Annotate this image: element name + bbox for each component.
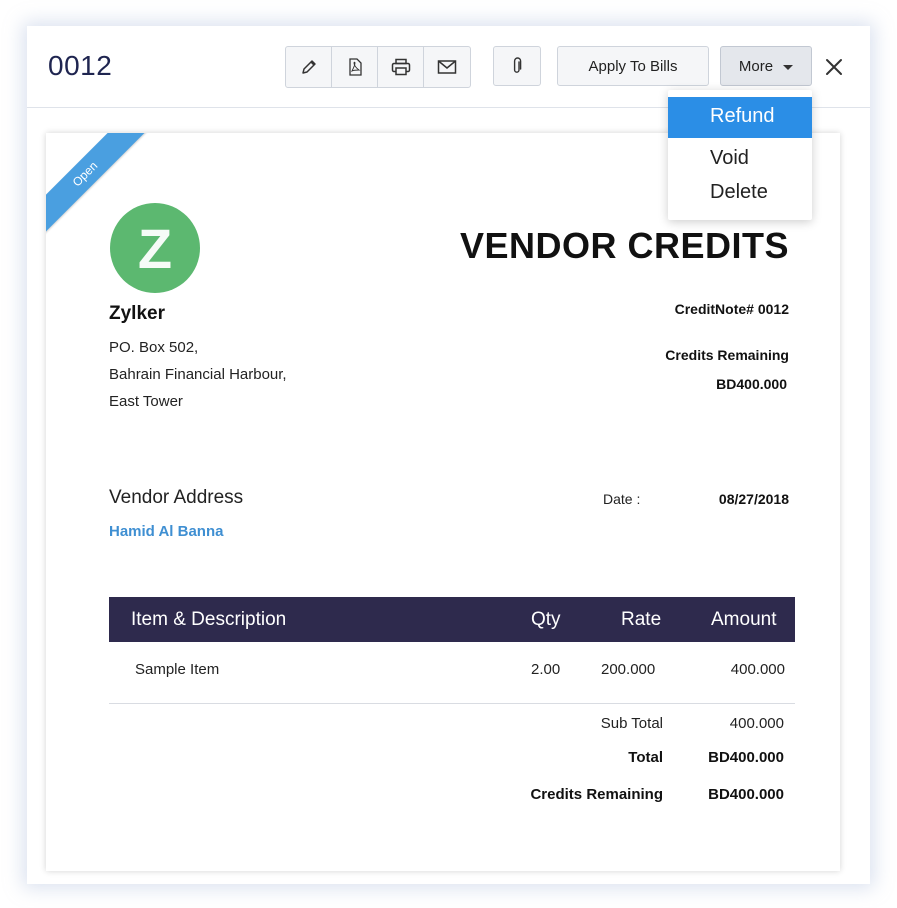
col-header-item: Item & Description	[131, 609, 287, 630]
print-button[interactable]	[378, 47, 424, 87]
credit-note-document: Open Z Zylker PO. Box 502, Bahrain Finan…	[46, 133, 840, 871]
address-line: East Tower	[109, 393, 183, 410]
pdf-icon	[348, 58, 362, 76]
total-value: BD400.000	[708, 749, 784, 766]
credit-note-number: CreditNote# 0012	[674, 301, 789, 317]
credits-remaining-value: BD400.000	[716, 376, 787, 392]
attachment-button[interactable]	[493, 46, 541, 86]
edit-button[interactable]	[286, 47, 332, 87]
page-title: 0012	[48, 50, 113, 81]
date-label: Date :	[603, 491, 641, 507]
caret-down-icon	[783, 64, 794, 70]
address-line: PO. Box 502,	[109, 339, 199, 356]
menu-item-refund[interactable]: Refund	[668, 97, 812, 138]
org-name: Zylker	[109, 303, 165, 324]
document-title: VENDOR CREDITS	[459, 225, 789, 266]
email-icon	[437, 60, 457, 74]
close-icon	[826, 59, 842, 75]
cell-rate: 200.000	[601, 661, 656, 678]
vendor-name-link[interactable]: Hamid Al Banna	[109, 523, 223, 540]
menu-item-label: Refund	[710, 105, 775, 127]
col-header-qty: Qty	[531, 609, 561, 630]
credits-remaining-total-value: BD400.000	[708, 786, 784, 803]
subtotal-value: 400.000	[729, 715, 784, 732]
cell-qty: 2.00	[531, 661, 561, 678]
print-icon	[391, 58, 410, 76]
credits-remaining-label: Credits Remaining	[665, 347, 789, 363]
items-table-header: Item & Description Qty Rate Amount	[109, 597, 795, 642]
total-label: Total	[628, 749, 663, 766]
more-button[interactable]: More	[720, 46, 812, 86]
action-toolbar	[285, 46, 471, 88]
pdf-button[interactable]	[332, 47, 378, 87]
menu-item-label: Void	[710, 147, 749, 169]
menu-item-void[interactable]: Void	[668, 143, 812, 175]
org-logo: Z	[110, 203, 200, 293]
edit-icon	[301, 60, 316, 74]
credits-remaining-total-label: Credits Remaining	[530, 786, 663, 803]
email-button[interactable]	[424, 47, 470, 87]
close-button[interactable]	[823, 56, 845, 78]
attachment-icon	[513, 57, 522, 73]
vendor-address-label: Vendor Address	[109, 487, 244, 508]
more-dropdown-menu: Refund Void Delete	[668, 90, 812, 220]
logo-letter: Z	[137, 216, 173, 280]
apply-to-bills-button[interactable]: Apply To Bills	[557, 46, 709, 86]
more-label: More	[738, 57, 774, 75]
menu-item-delete[interactable]: Delete	[668, 177, 812, 209]
address-line: Bahrain Financial Harbour,	[109, 366, 287, 383]
date-value: 08/27/2018	[718, 491, 789, 507]
cell-amount: 400.000	[730, 661, 785, 678]
menu-item-label: Delete	[710, 181, 768, 203]
col-header-rate: Rate	[621, 609, 662, 630]
subtotal-label: Sub Total	[600, 715, 663, 732]
col-header-amount: Amount	[711, 609, 777, 630]
table-row: Sample Item 2.00 200.000 400.000	[109, 642, 795, 704]
cell-item: Sample Item	[135, 661, 220, 678]
